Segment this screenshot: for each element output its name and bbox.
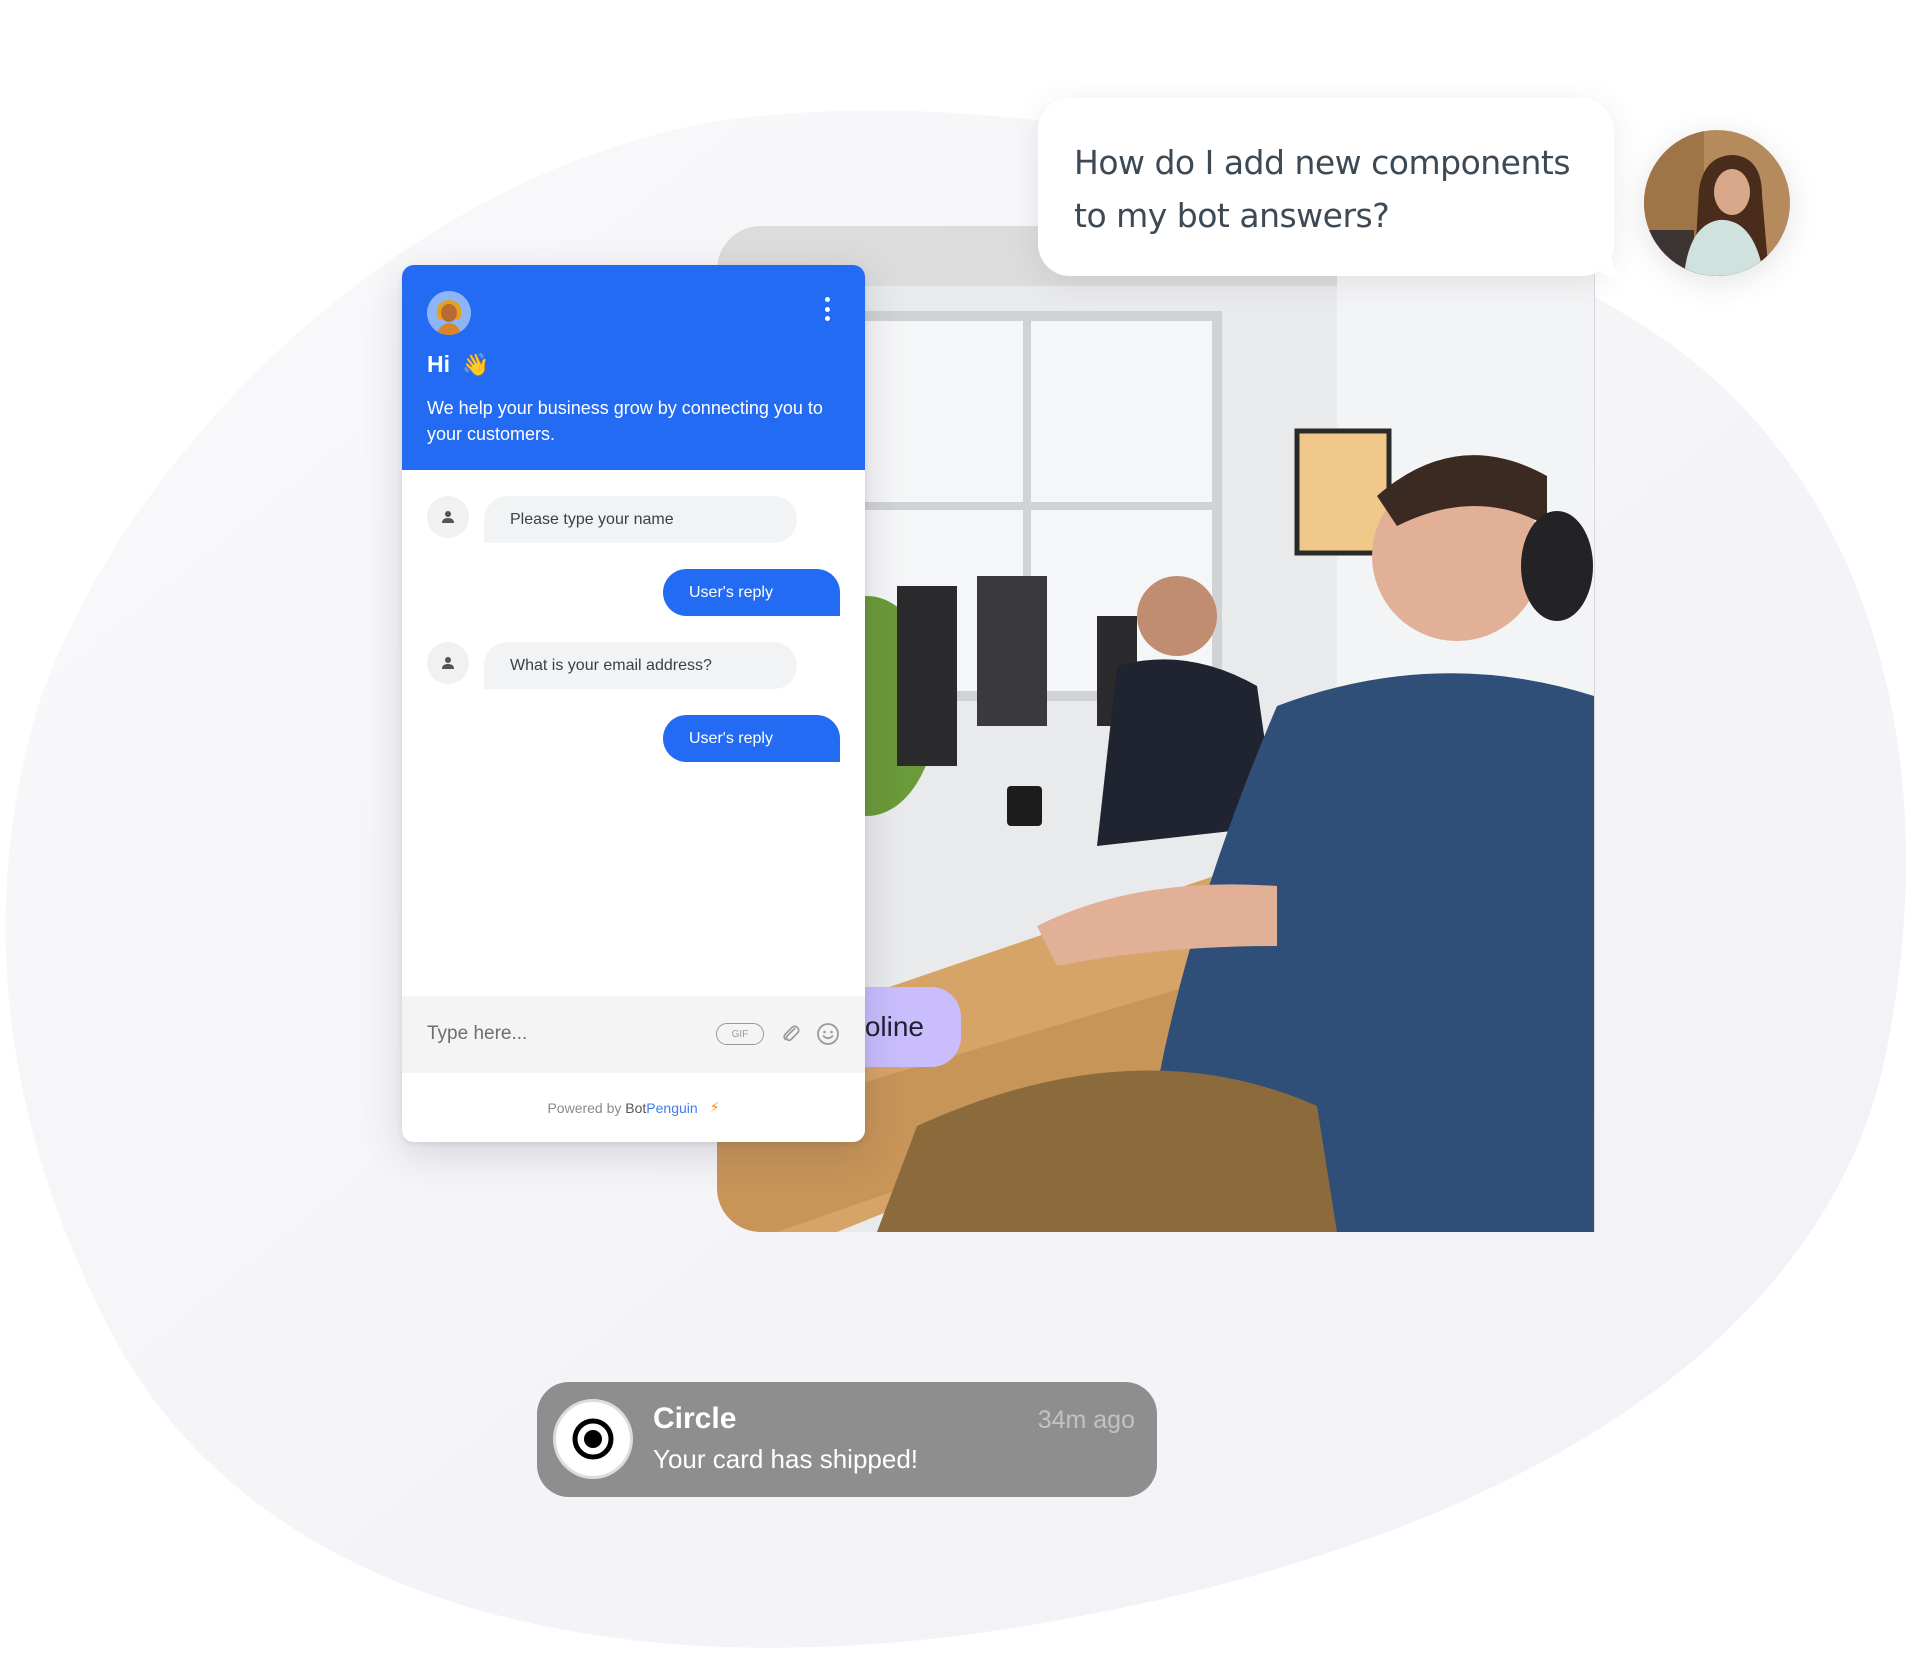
brand-bot[interactable]: Bot [625,1100,646,1116]
paperclip-icon[interactable] [780,1022,802,1046]
bolt-icon: ⚡ [709,1099,720,1115]
bot-avatar [427,291,471,335]
message-input[interactable] [427,1014,697,1054]
bot-bubble: Please type your name [484,496,797,543]
wave-icon: 👋 [462,351,490,377]
notification-message: Your card has shipped! [653,1444,919,1474]
kebab-menu-icon[interactable] [822,297,832,321]
message-composer: GIF [402,996,865,1073]
user-reply-bubble: User's reply [663,569,840,616]
tagline: We help your business grow by connecting… [427,398,823,444]
bot-message: Please type your name [402,496,865,543]
bot-message: What is your email address? [402,642,865,689]
notification-time: 34m ago [1037,1406,1135,1434]
powered-by: Powered by Bot Penguin ⚡ [402,1073,865,1142]
question-text: How do I add new components to my bot an… [1074,143,1571,235]
woman-avatar-photo [1644,130,1790,276]
circle-target-icon [553,1399,633,1479]
chat-header: Hi 👋 We help your business grow by conne… [402,265,865,470]
user-reply-bubble: User's reply [663,715,840,762]
notification-toast[interactable]: Circle Your card has shipped! 34m ago [537,1382,1157,1497]
bot-bubble: What is your email address? [484,642,797,689]
gif-button[interactable]: GIF [716,1023,764,1045]
notification-app: Circle [653,1402,737,1435]
smiley-icon[interactable] [816,1022,840,1046]
status-pill-text: oline [864,1011,924,1042]
brand-penguin[interactable]: Penguin [646,1100,697,1116]
question-bubble: How do I add new components to my bot an… [1038,98,1625,278]
powered-by-prefix: Powered by [547,1099,622,1116]
chat-widget: Hi 👋 We help your business grow by conne… [402,265,865,1142]
user-icon [427,496,469,538]
greeting-text: Hi [427,351,450,377]
bubble-tail [1601,254,1625,278]
user-icon [427,642,469,684]
greeting: Hi 👋 [427,351,489,378]
